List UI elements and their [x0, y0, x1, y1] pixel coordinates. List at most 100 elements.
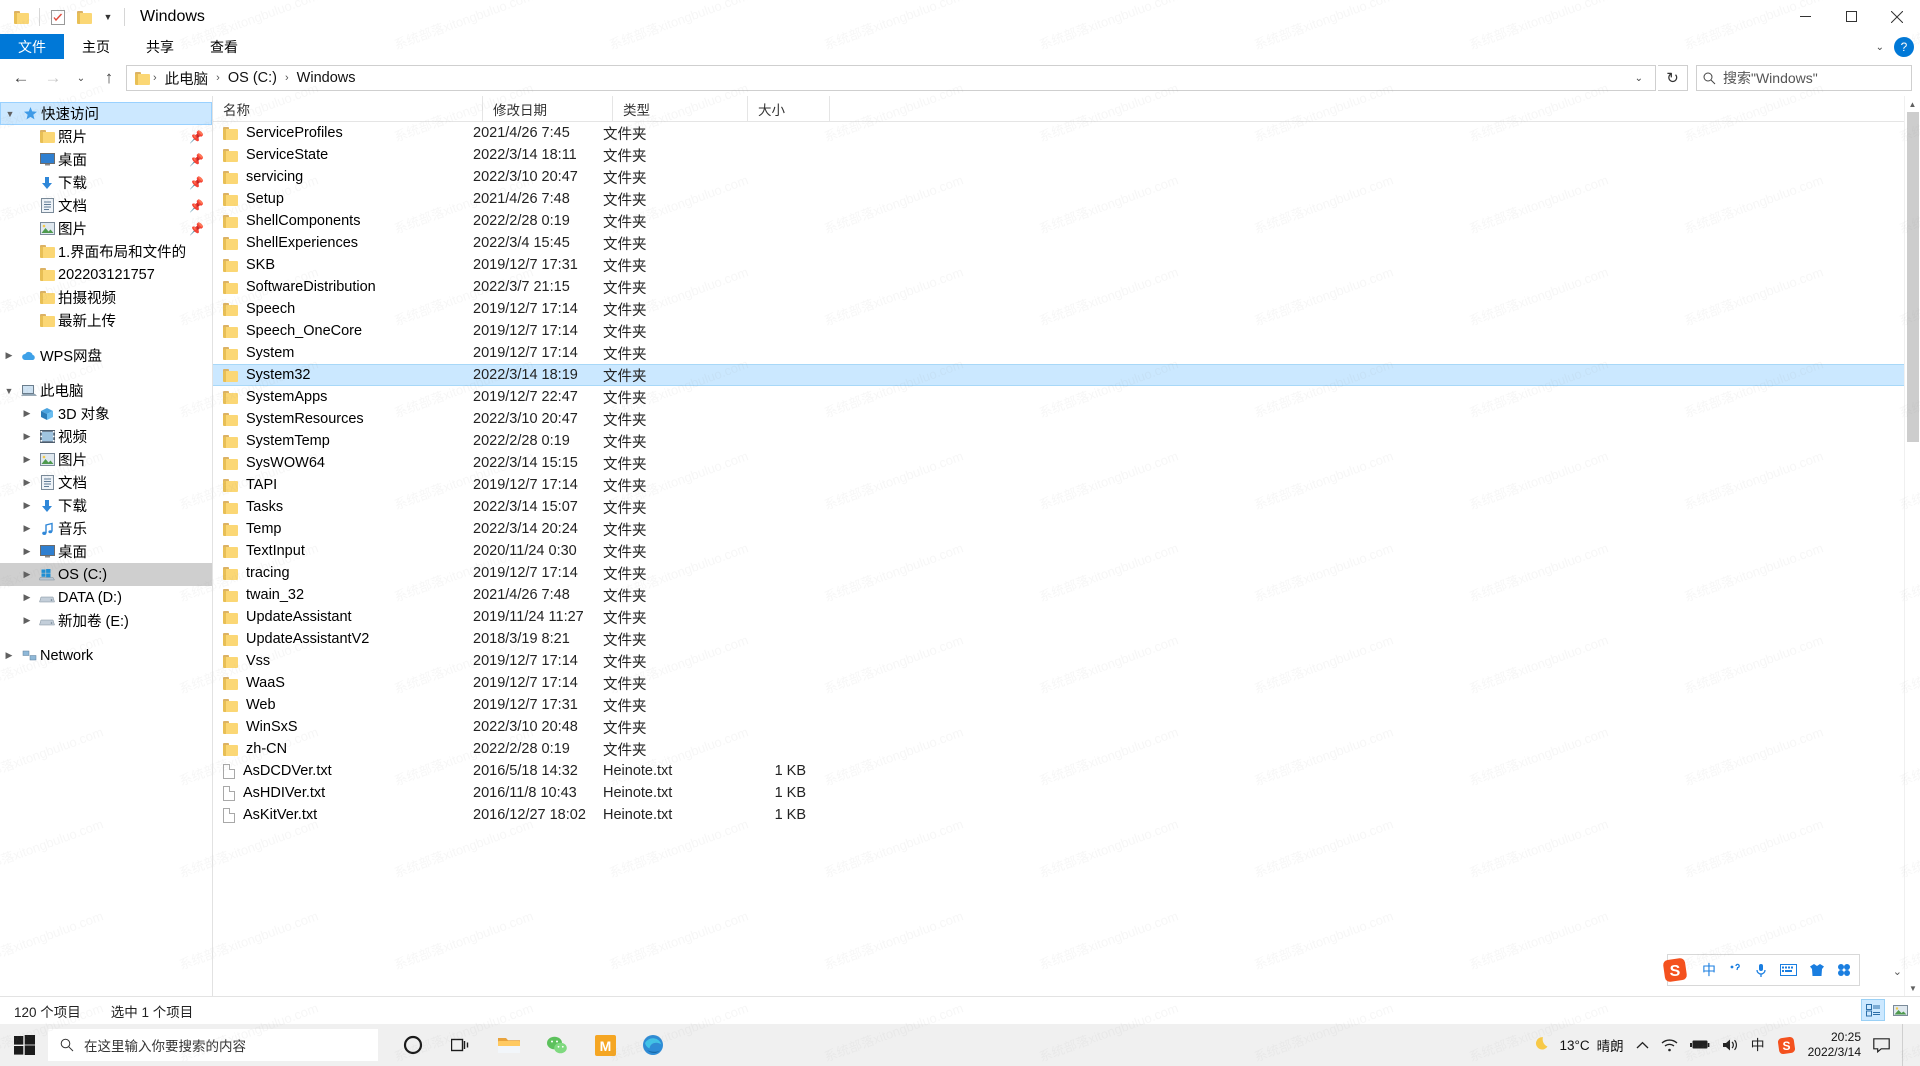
sidebar-item-documents[interactable]: ▶ 文档 — [0, 471, 212, 494]
table-row[interactable]: Vss 2019/12/7 17:14 文件夹 — [213, 650, 1920, 672]
sidebar-item-photos[interactable]: 照片 📌 — [0, 125, 212, 148]
pin-icon[interactable]: 📌 — [189, 153, 204, 167]
column-header-type[interactable]: 类型 — [613, 96, 748, 122]
pin-icon[interactable]: 📌 — [189, 222, 204, 236]
table-row[interactable]: SystemApps 2019/12/7 22:47 文件夹 — [213, 386, 1920, 408]
sidebar-item-pictures[interactable]: 图片 📌 — [0, 217, 212, 240]
table-row[interactable]: servicing 2022/3/10 20:47 文件夹 — [213, 166, 1920, 188]
details-view-icon[interactable] — [1861, 999, 1885, 1021]
tab-share[interactable]: 共享 — [128, 34, 192, 59]
sidebar-item-os-c[interactable]: ▶ OS (C:) — [0, 563, 212, 586]
task-view-icon[interactable] — [440, 1024, 482, 1066]
forward-button[interactable]: → — [38, 63, 68, 93]
breadcrumb[interactable]: › 此电脑 › OS (C:) › Windows ⌄ — [126, 65, 1656, 91]
table-row[interactable]: Tasks 2022/3/14 15:07 文件夹 — [213, 496, 1920, 518]
sidebar-item-videos[interactable]: ▶ 视频 — [0, 425, 212, 448]
table-row[interactable]: AsDCDVer.txt 2016/5/18 14:32 Heinote.txt 1 … — [213, 760, 1920, 782]
chevron-right-icon[interactable]: ▶ — [0, 650, 18, 661]
sidebar-item-video-shoot[interactable]: 拍摄视频 — [0, 286, 212, 309]
up-button[interactable]: ↑ — [94, 63, 124, 93]
back-button[interactable]: ← — [6, 63, 36, 93]
chevron-down-icon[interactable]: ▼ — [97, 4, 119, 30]
table-row[interactable]: twain_32 2021/4/26 7:48 文件夹 — [213, 584, 1920, 606]
table-row[interactable]: UpdateAssistantV2 2018/3/19 8:21 文件夹 — [213, 628, 1920, 650]
pin-icon[interactable]: 📌 — [189, 199, 204, 213]
notification-icon[interactable] — [1873, 1037, 1890, 1053]
minimize-button[interactable] — [1782, 0, 1828, 33]
toolbox-icon[interactable] — [1837, 963, 1851, 977]
maximize-button[interactable] — [1828, 0, 1874, 33]
weather-widget[interactable]: 13°C 晴朗 — [1535, 1035, 1624, 1055]
scrollbar-thumb[interactable] — [1907, 112, 1919, 442]
table-row[interactable]: SoftwareDistribution 2022/3/7 21:15 文件夹 — [213, 276, 1920, 298]
vertical-scrollbar[interactable]: ▲ ▼ — [1904, 96, 1920, 996]
pin-icon[interactable]: 📌 — [189, 176, 204, 190]
skin-icon[interactable] — [1809, 963, 1825, 977]
punctuation-icon[interactable] — [1728, 963, 1742, 977]
wechat-icon[interactable] — [536, 1024, 578, 1066]
chevron-right-icon[interactable]: ▶ — [18, 454, 36, 465]
pin-icon[interactable]: 📌 — [189, 130, 204, 144]
sidebar-item-wps-cloud[interactable]: ▶ WPS网盘 — [0, 344, 212, 367]
sidebar-item-new-volume-e[interactable]: ▶ 新加卷 (E:) — [0, 609, 212, 632]
tab-file[interactable]: 文件 — [0, 34, 64, 59]
sogou-logo-icon[interactable]: S — [1660, 955, 1690, 985]
sidebar-item-downloads[interactable]: ▶ 下载 — [0, 494, 212, 517]
table-row[interactable]: SysWOW64 2022/3/14 15:15 文件夹 — [213, 452, 1920, 474]
wifi-icon[interactable] — [1661, 1038, 1678, 1052]
chevron-down-icon[interactable]: ⌄ — [1876, 42, 1884, 53]
chevron-right-icon[interactable]: ▶ — [18, 615, 36, 626]
sidebar-item-desktop[interactable]: ▶ 桌面 — [0, 540, 212, 563]
chevron-right-icon[interactable]: ▶ — [18, 408, 36, 419]
sogou-tray-icon[interactable]: S — [1777, 1036, 1796, 1055]
breadcrumb-item-windows[interactable]: Windows — [292, 68, 361, 88]
close-button[interactable] — [1874, 0, 1920, 33]
chevron-right-icon[interactable]: ▶ — [18, 477, 36, 488]
table-row[interactable]: Speech 2019/12/7 17:14 文件夹 — [213, 298, 1920, 320]
edge-icon[interactable] — [632, 1024, 674, 1066]
sidebar-item-layout-folder[interactable]: 1.界面布局和文件的 — [0, 240, 212, 263]
taskbar-clock[interactable]: 20:25 2022/3/14 — [1808, 1030, 1861, 1060]
scroll-up-icon[interactable]: ▲ — [1905, 96, 1920, 112]
chevron-right-icon[interactable]: ▶ — [18, 592, 36, 603]
chevron-right-icon[interactable]: ▶ — [18, 569, 36, 580]
sidebar-item-data-d[interactable]: ▶ DATA (D:) — [0, 586, 212, 609]
sidebar-item-this-pc[interactable]: ▼ 此电脑 — [0, 379, 212, 402]
table-row[interactable]: ServiceState 2022/3/14 18:11 文件夹 — [213, 144, 1920, 166]
table-row[interactable]: AsKitVer.txt 2016/12/27 18:02 Heinote.txt 1… — [213, 804, 1920, 826]
table-row[interactable]: Web 2019/12/7 17:31 文件夹 — [213, 694, 1920, 716]
scroll-down-icon[interactable]: ▼ — [1905, 980, 1920, 996]
tab-view[interactable]: 查看 — [192, 34, 256, 59]
file-explorer-icon[interactable] — [488, 1024, 530, 1066]
table-row[interactable]: SKB 2019/12/7 17:31 文件夹 — [213, 254, 1920, 276]
chevron-right-icon[interactable]: ▶ — [18, 500, 36, 511]
chevron-right-icon[interactable]: ▶ — [18, 546, 36, 557]
refresh-button[interactable]: ↻ — [1658, 65, 1688, 91]
help-icon[interactable]: ? — [1894, 37, 1914, 57]
table-row[interactable]: TAPI 2019/12/7 17:14 文件夹 — [213, 474, 1920, 496]
chevron-right-icon[interactable]: ▶ — [18, 431, 36, 442]
breadcrumb-item-os-c[interactable]: OS (C:) — [223, 68, 282, 88]
table-row[interactable]: tracing 2019/12/7 17:14 文件夹 — [213, 562, 1920, 584]
windows-start-icon[interactable] — [0, 1024, 48, 1066]
sidebar-item-downloads[interactable]: 下载 📌 — [0, 171, 212, 194]
new-folder-icon[interactable] — [45, 4, 71, 30]
volume-icon[interactable] — [1722, 1038, 1739, 1052]
table-row[interactable]: SystemResources 2022/3/10 20:47 文件夹 — [213, 408, 1920, 430]
show-desktop-button[interactable] — [1902, 1024, 1912, 1066]
sidebar-item-3d-objects[interactable]: ▶ 3D 对象 — [0, 402, 212, 425]
chevron-right-icon[interactable]: ▶ — [18, 523, 36, 534]
chevron-down-icon[interactable]: ▼ — [1, 109, 19, 119]
table-row[interactable]: System 2019/12/7 17:14 文件夹 — [213, 342, 1920, 364]
search-box[interactable]: 搜索"Windows" — [1696, 65, 1912, 91]
column-header-name[interactable]: ▲ 名称 — [213, 96, 483, 122]
table-row[interactable]: ServiceProfiles 2021/4/26 7:45 文件夹 — [213, 122, 1920, 144]
mark-app-icon[interactable]: M — [584, 1024, 626, 1066]
table-row[interactable]: WinSxS 2022/3/10 20:48 文件夹 — [213, 716, 1920, 738]
column-header-size[interactable]: 大小 — [748, 96, 830, 122]
microphone-icon[interactable] — [1754, 963, 1768, 978]
ime-indicator-icon[interactable]: 中 — [1751, 1035, 1765, 1055]
thumbnail-view-icon[interactable] — [1888, 999, 1912, 1021]
sidebar-item-quick-access[interactable]: ▼ 快速访问 — [0, 102, 212, 125]
sidebar-item-desktop[interactable]: 桌面 📌 — [0, 148, 212, 171]
